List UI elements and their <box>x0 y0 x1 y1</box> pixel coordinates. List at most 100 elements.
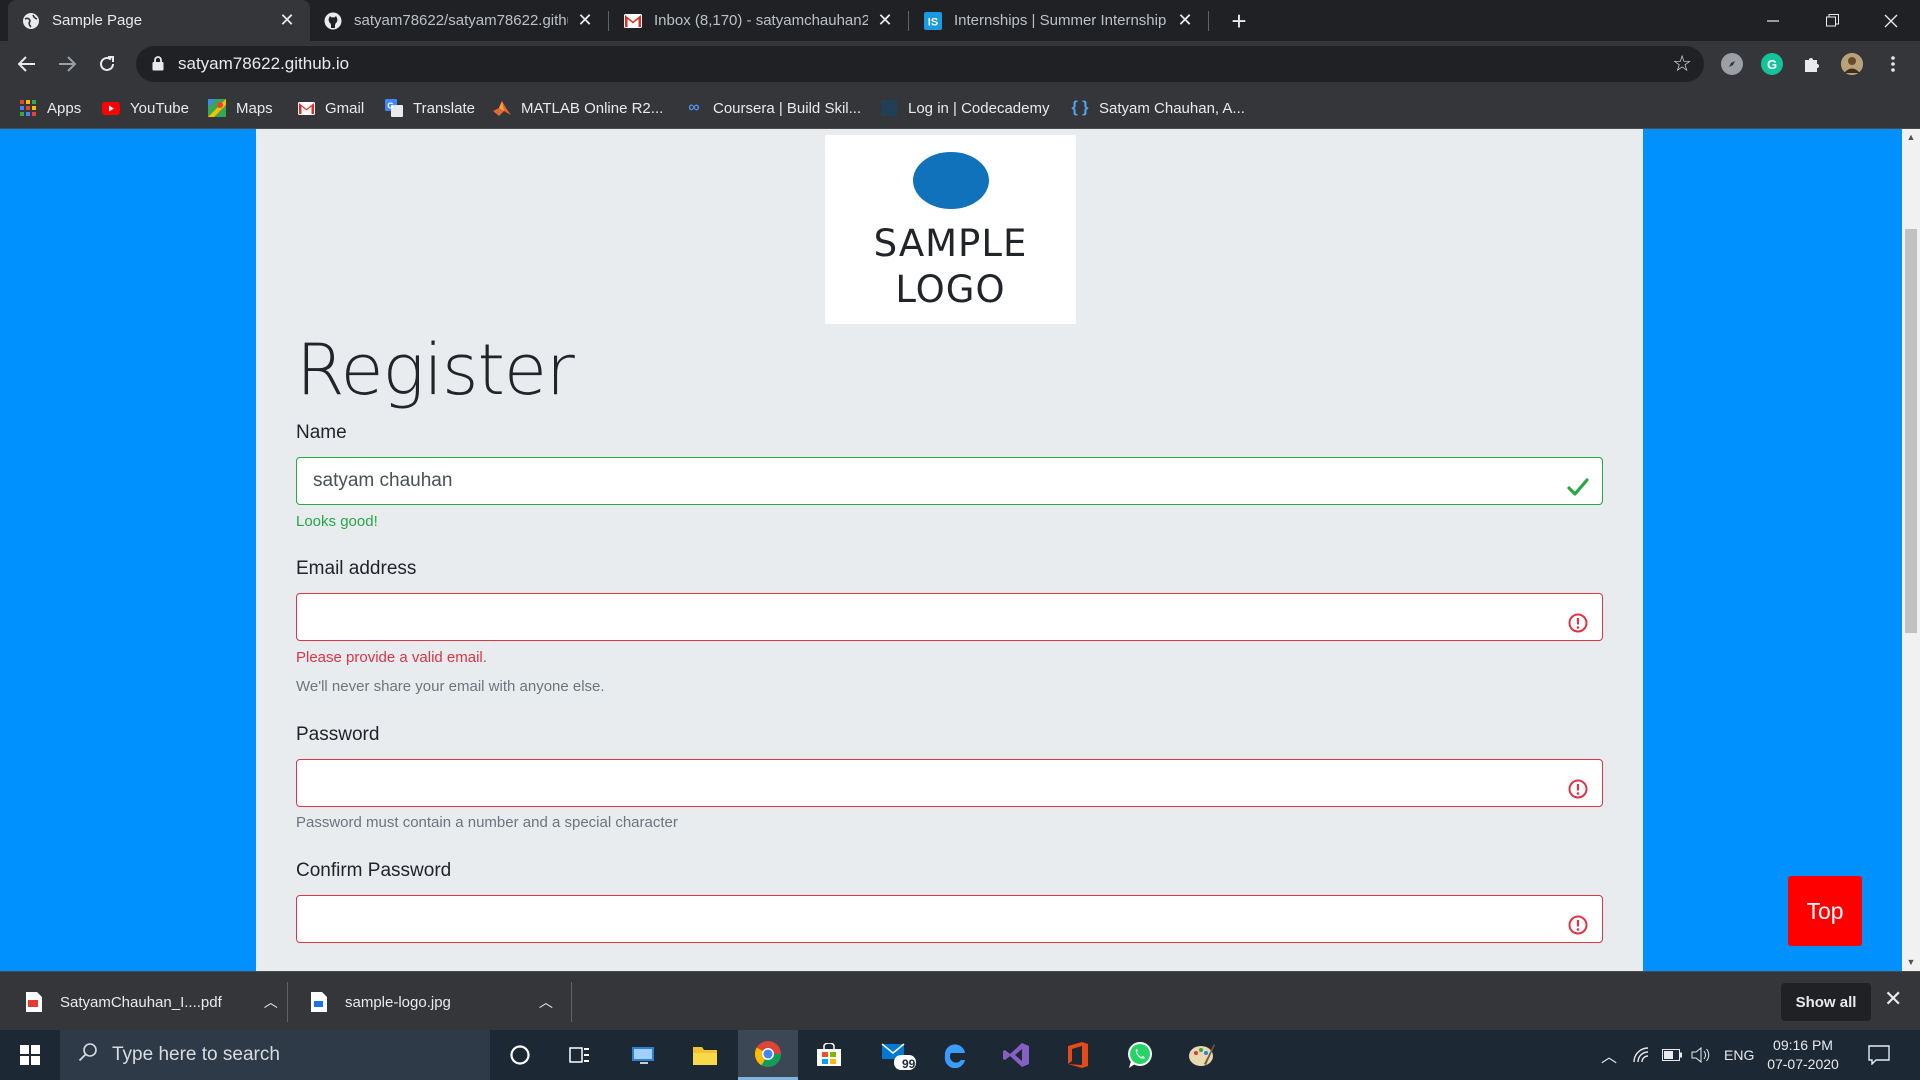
new-tab-button[interactable]: + <box>1222 4 1256 38</box>
back-button[interactable] <box>10 47 44 81</box>
download-item-image[interactable]: sample-logo.jpg ︿ <box>311 980 553 1024</box>
extension-compass-icon[interactable] <box>1721 53 1743 75</box>
paint-icon[interactable] <box>1172 1030 1232 1080</box>
office-icon[interactable] <box>1048 1030 1108 1080</box>
network-icon[interactable] <box>1632 1030 1650 1080</box>
bookmark-gmail[interactable]: Gmail <box>297 87 364 129</box>
email-invalid-feedback: Please provide a valid email. <box>296 649 487 666</box>
tab-title: satyam78622/satyam78622.githu <box>354 12 568 29</box>
tab-gmail[interactable]: Inbox (8,170) - satyamchauhan22 ✕ <box>610 0 908 41</box>
close-shelf-icon[interactable]: ✕ <box>1884 986 1902 1012</box>
name-field[interactable]: satyam chauhan <box>296 457 1603 505</box>
close-tab-icon[interactable]: ✕ <box>576 10 594 31</box>
globe-icon <box>22 12 40 30</box>
download-filename: sample-logo.jpg <box>345 993 451 1011</box>
visual-studio-icon[interactable] <box>986 1030 1046 1080</box>
tray-chevron-up-icon[interactable]: ︿ <box>1601 1030 1617 1080</box>
cortana-icon[interactable] <box>490 1030 550 1080</box>
email-label: Email address <box>296 558 417 579</box>
menu-kebab-icon[interactable] <box>1876 47 1910 81</box>
mail-badge: 99+ <box>902 1057 923 1071</box>
microsoft-store-icon[interactable] <box>799 1030 859 1080</box>
taskbar-search-box[interactable]: Type here to search <box>60 1030 490 1080</box>
bookmark-satyam[interactable]: { } Satyam Chauhan, A... <box>1071 87 1245 129</box>
close-window-button[interactable] <box>1862 0 1920 41</box>
gmail-icon <box>297 99 315 117</box>
chevron-up-icon[interactable]: ︿ <box>539 992 553 1012</box>
whatsapp-icon[interactable] <box>1110 1030 1170 1080</box>
translate-icon: G <box>385 99 403 117</box>
search-icon <box>78 1042 98 1068</box>
password-label: Password <box>296 724 380 745</box>
tab-title: Sample Page <box>52 12 143 29</box>
lock-icon[interactable] <box>152 56 164 76</box>
reload-button[interactable] <box>90 47 124 81</box>
bookmark-coursera[interactable]: ∞ Coursera | Build Skil... <box>685 87 861 129</box>
curly-braces-icon: { } <box>1071 99 1089 116</box>
bookmark-label: Coursera | Build Skil... <box>713 99 862 117</box>
error-alert-icon <box>1567 908 1589 935</box>
scroll-up-arrow-icon[interactable]: ▲ <box>1902 129 1920 146</box>
bookmark-star-icon[interactable]: ☆ <box>1672 46 1692 82</box>
windows-taskbar: Type here to search 99+ ︿ ENG 09:16 PM 0… <box>0 1030 1920 1080</box>
bookmark-apps[interactable]: Apps <box>19 87 81 129</box>
tab-sample-page[interactable]: Sample Page ✕ <box>8 0 310 41</box>
notifications-icon[interactable] <box>1868 1030 1890 1080</box>
windows-start-icon[interactable] <box>0 1030 60 1080</box>
close-tab-icon[interactable]: ✕ <box>1176 10 1194 31</box>
error-alert-icon <box>1567 772 1589 799</box>
bookmark-maps[interactable]: Maps <box>208 87 273 129</box>
chrome-taskbar-icon[interactable] <box>738 1030 798 1080</box>
file-explorer-icon[interactable] <box>675 1030 735 1080</box>
tab-github[interactable]: satyam78622/satyam78622.githu ✕ <box>310 0 608 41</box>
tab-divider <box>1208 11 1209 31</box>
confirm-password-field[interactable] <box>296 895 1603 943</box>
svg-text:IS: IS <box>928 16 938 28</box>
email-field[interactable] <box>296 593 1603 641</box>
page-title: Register <box>296 329 575 411</box>
bookmark-matlab[interactable]: MATLAB Online R2... <box>493 87 663 129</box>
profile-avatar[interactable] <box>1841 53 1863 75</box>
mail-icon[interactable]: 99+ <box>868 1030 928 1080</box>
password-field[interactable] <box>296 759 1603 807</box>
tab-internshala[interactable]: IS Internships | Summer Internship 2 ✕ <box>910 0 1208 41</box>
address-bar[interactable]: satyam78622.github.io ☆ <box>136 46 1704 82</box>
download-shelf: SatyamChauhan_I....pdf ︿ sample-logo.jpg… <box>0 971 1920 1030</box>
bookmark-codecademy[interactable]: Log in | Codecademy <box>880 87 1049 129</box>
extensions-puzzle-icon[interactable] <box>1801 53 1823 75</box>
download-divider <box>287 982 288 1022</box>
forward-button[interactable] <box>50 47 84 81</box>
restore-button[interactable] <box>1803 0 1861 41</box>
desktop-app-icon[interactable] <box>614 1030 674 1080</box>
clock-time: 09:16 PM <box>1773 1037 1833 1053</box>
close-tab-icon[interactable]: ✕ <box>876 10 894 31</box>
show-all-downloads-button[interactable]: Show all <box>1781 983 1871 1021</box>
chevron-up-icon[interactable]: ︿ <box>264 992 278 1012</box>
volume-icon[interactable] <box>1691 1030 1711 1080</box>
minimize-button[interactable] <box>1744 0 1802 41</box>
page-scrollbar[interactable]: ▲ ▼ <box>1902 129 1920 971</box>
grammarly-icon[interactable]: G <box>1761 53 1783 75</box>
pdf-file-icon <box>26 992 42 1012</box>
image-file-icon <box>311 992 327 1012</box>
svg-text:G: G <box>387 102 393 111</box>
task-view-icon[interactable] <box>550 1030 610 1080</box>
download-item-pdf[interactable]: SatyamChauhan_I....pdf ︿ <box>26 980 278 1024</box>
codecademy-icon <box>880 99 898 117</box>
bookmark-label: Gmail <box>325 99 365 117</box>
scroll-down-arrow-icon[interactable]: ▼ <box>1902 954 1920 971</box>
language-indicator[interactable]: ENG <box>1724 1030 1754 1080</box>
tab-title: Inbox (8,170) - satyamchauhan22 <box>654 12 868 29</box>
bookmark-translate[interactable]: G Translate <box>385 87 475 129</box>
edge-icon[interactable] <box>925 1030 985 1080</box>
close-tab-icon[interactable]: ✕ <box>278 10 296 31</box>
battery-icon[interactable] <box>1662 1030 1682 1080</box>
logo-line-1: SAMPLE <box>873 222 1028 265</box>
back-to-top-button[interactable]: Top <box>1788 876 1862 946</box>
logo-text: SAMPLE LOGO <box>825 221 1076 313</box>
scrollbar-thumb[interactable] <box>1905 229 1917 633</box>
sample-logo: SAMPLE LOGO <box>825 135 1076 324</box>
taskbar-clock[interactable]: 09:16 PM 07-07-2020 <box>1758 1036 1848 1074</box>
bookmark-youtube[interactable]: YouTube <box>102 87 189 129</box>
bookmark-label: Maps <box>236 99 273 117</box>
